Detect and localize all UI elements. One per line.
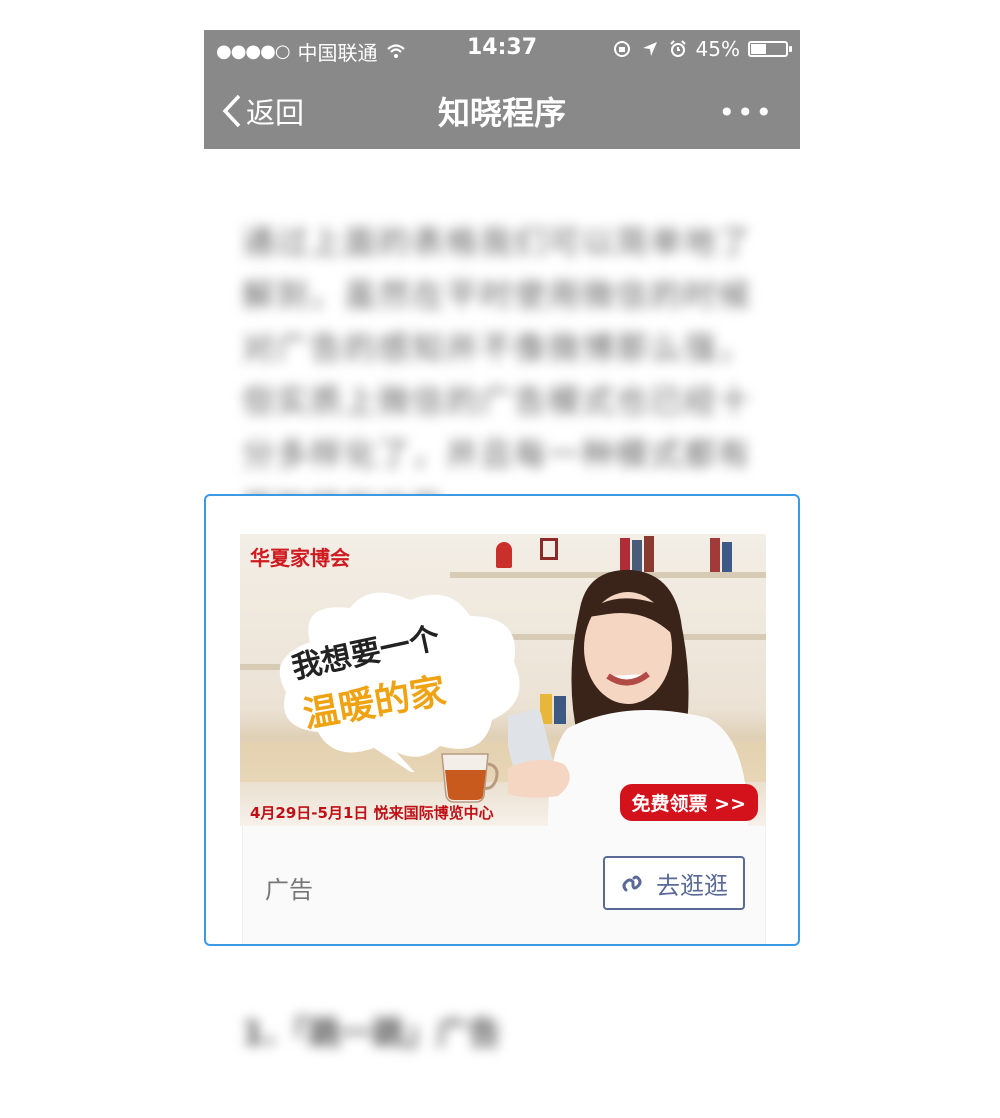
alarm-clock-icon [669, 40, 686, 57]
free-ticket-button[interactable]: 免费领票 >> [619, 784, 758, 821]
ad-brand: 华夏家博会 [250, 546, 350, 570]
book [620, 538, 630, 572]
mini-program-icon [622, 875, 642, 892]
ad-footer: 广告 去逛逛 [242, 826, 766, 944]
battery-icon [748, 41, 792, 57]
picture-frame [540, 538, 558, 560]
rotation-lock-icon [613, 41, 630, 57]
page-title: 知晓程序 [437, 94, 566, 132]
tea-cup-icon [441, 753, 499, 803]
book [644, 536, 654, 572]
book [710, 538, 720, 572]
article-paragraph: 通过上面的表格我们可以简单地了解到，虽然在平时使用微信的时候对广告的感知并不像微… [242, 223, 753, 526]
location-arrow-icon [642, 42, 657, 56]
ad-card[interactable]: 华夏家博会 我想要一个 温暖的家 4月29日-5月1日 悦来国际博览中心 免费领… [204, 494, 800, 946]
ad-dates: 4月29日-5月1日 悦来国际博览中心 [250, 804, 494, 822]
top-bar: ●●●●○ 中国联通 14:37 45% 返回 知晓程序 ••• [204, 30, 800, 149]
ad-label: 广告 [265, 876, 313, 904]
status-bar: ●●●●○ 中国联通 14:37 45% [204, 30, 800, 68]
phone-screen: ●●●●○ 中国联通 14:37 45% 返回 知晓程序 ••• 通过上面的表格… [204, 30, 800, 1118]
lamp [496, 542, 512, 568]
go-browse-label: 去逛逛 [656, 871, 728, 900]
article-heading: 1.「跳一跳」广告 [242, 1014, 501, 1052]
go-browse-button[interactable]: 去逛逛 [603, 856, 745, 910]
nav-bar: 返回 知晓程序 ••• [204, 80, 800, 140]
more-options-icon[interactable]: ••• [718, 96, 774, 129]
battery-percent: 45% [695, 37, 740, 61]
ad-banner-image[interactable]: 华夏家博会 我想要一个 温暖的家 4月29日-5月1日 悦来国际博览中心 免费领… [240, 534, 766, 826]
